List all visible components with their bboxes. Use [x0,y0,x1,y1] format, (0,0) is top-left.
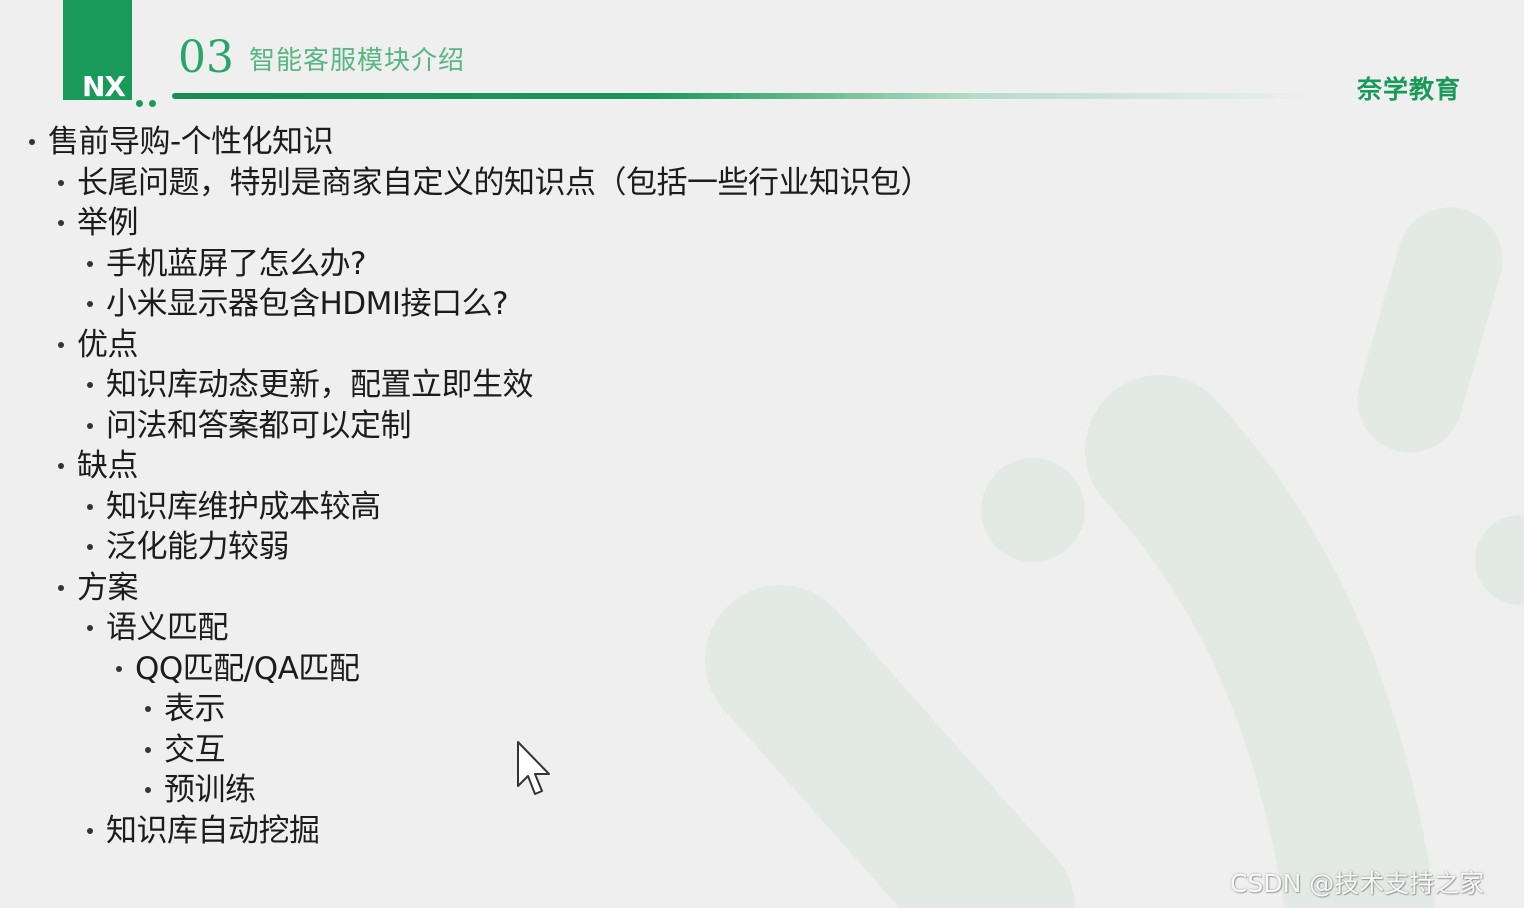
bullet-item: 缺点 [0,446,931,487]
bullet-item: 知识库自动挖掘 [0,811,931,852]
bullet-item: 优点 [0,325,931,366]
bullet-item: 售前导购-个性化知识 [0,122,931,163]
bullet-item: 泛化能力较弱 [0,527,931,568]
csdn-watermark: CSDN @技术支持之家 [1230,869,1485,898]
bullet-item: 语义匹配 [0,608,931,649]
section-number: 03 [178,32,234,83]
bullet-item: 手机蓝屏了怎么办? [0,244,931,285]
bullet-item: 交互 [0,730,931,771]
presentation-slide: NX 03 智能客服模块介绍 奈学教育 售前导购-个性化知识 长尾问题，特别是商… [0,0,1524,908]
bullet-item: 小米显示器包含HDMI接口么? [0,284,931,325]
bullet-item: 举例 [0,203,931,244]
bullet-item: 预训练 [0,770,931,811]
section-title: 智能客服模块介绍 [249,46,466,76]
brand-name: 奈学教育 [1357,75,1462,104]
bullet-list: 售前导购-个性化知识 长尾问题，特别是商家自定义的知识点（包括一些行业知识包） … [0,122,932,852]
mouse-cursor-icon [517,741,550,795]
bullet-item: 表示 [0,689,931,730]
bullet-item: 问法和答案都可以定制 [0,406,931,447]
bullet-item: QQ匹配/QA匹配 [0,649,931,690]
logo-text: NX [82,70,126,103]
logo-dots [136,92,162,111]
bullet-item: 方案 [0,568,931,609]
bullet-item: 长尾问题，特别是商家自定义的知识点（包括一些行业知识包） [0,163,932,204]
header-divider [172,93,1312,99]
bullet-item: 知识库维护成本较高 [0,487,931,528]
bullet-item: 知识库动态更新，配置立即生效 [0,365,931,406]
